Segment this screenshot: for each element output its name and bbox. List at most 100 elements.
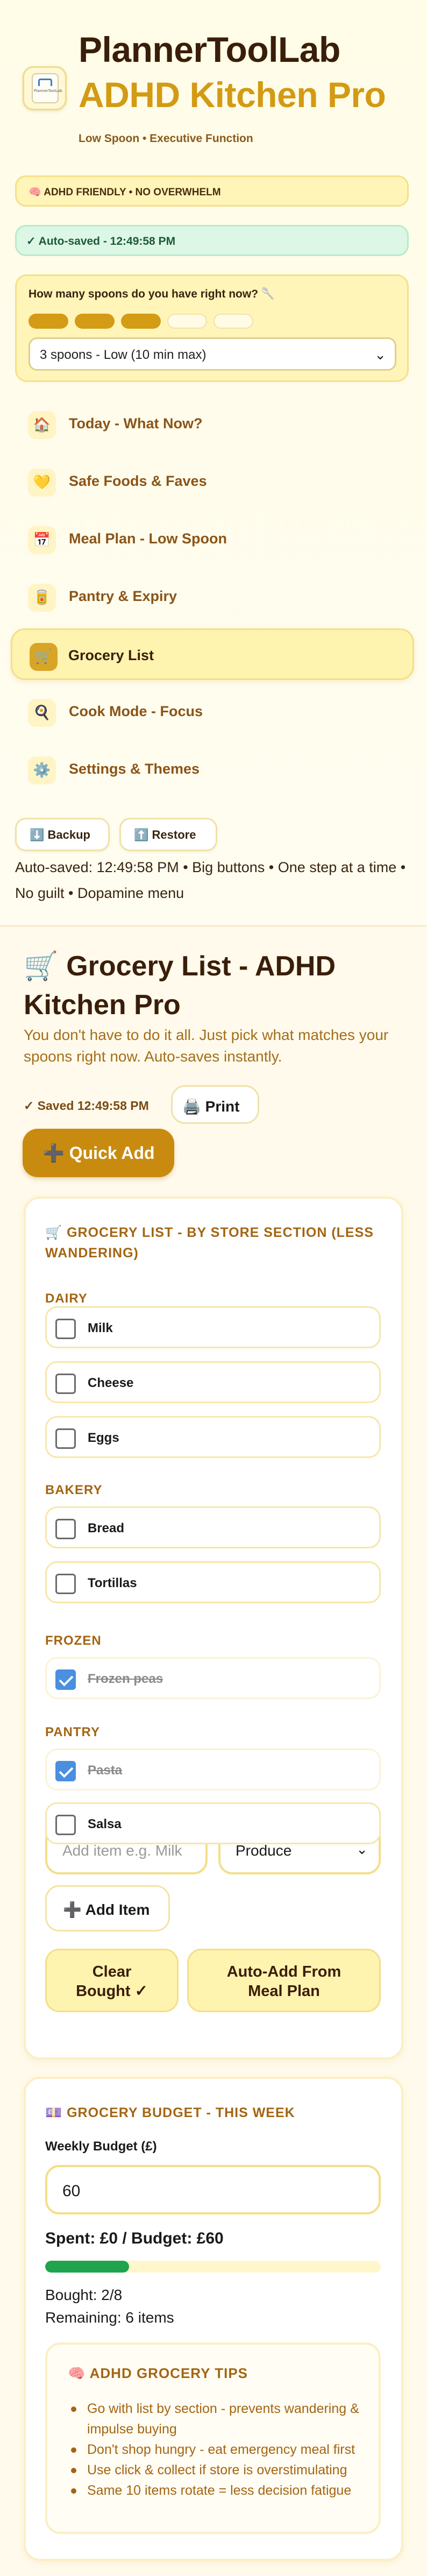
spent-summary: Spent: £0 / Budget: £60 — [45, 2230, 224, 2247]
adhd-friendly-badge: 🧠 ADHD FRIENDLY • NO OVERWHELM — [15, 175, 409, 207]
nav-item-label: Cook Mode - Focus — [69, 703, 203, 719]
grocery-item-label: Tortillas — [88, 1576, 137, 1590]
restore-button[interactable]: ⬆️ Restore — [119, 818, 217, 851]
grocery-item[interactable]: Bread — [45, 1506, 381, 1548]
tip-item: Use click & collect if store is overstim… — [71, 2460, 367, 2480]
grocery-item[interactable]: Pasta — [45, 1749, 381, 1791]
tips-heading: 🧠 ADHD GROCERY TIPS — [68, 2365, 248, 2381]
budget-heading: 💷 GROCERY BUDGET - THIS WEEK — [45, 2105, 295, 2120]
spoon-level-2[interactable] — [75, 314, 115, 329]
section-heading-frozen: FROZEN — [45, 1633, 102, 1648]
cooking-icon: 🍳 — [28, 699, 56, 727]
spoon-select-value: 3 spoons - Low (10 min max) — [40, 348, 207, 362]
status-line: Auto-saved: 12:49:58 PM • Big buttons • … — [15, 859, 406, 901]
nav-item-settings-themes[interactable]: ⚙️ Settings & Themes — [11, 744, 414, 795]
tip-item: Don't shop hungry - eat emergency meal f… — [71, 2439, 367, 2460]
checkbox[interactable] — [55, 1319, 76, 1339]
nav-item-label: Safe Foods & Faves — [69, 473, 207, 489]
app-logo: PlannerToolLab — [23, 66, 67, 110]
checkbox[interactable] — [55, 1574, 76, 1594]
grocery-item-label: Cheese — [88, 1376, 134, 1390]
spoon-level-1[interactable] — [29, 314, 68, 329]
page: PlannerToolLab PlannerToolLab ADHD Kitch… — [0, 0, 427, 2576]
grocery-item-label: Milk — [88, 1321, 113, 1335]
grocery-list-heading: 🛒 GROCERY LIST - BY STORE SECTION (LESS … — [45, 1225, 374, 1261]
section-heading-dairy: DAIRY — [45, 1291, 88, 1306]
nav-item-meal-plan-low-spoon[interactable]: 📅 Meal Plan - Low Spoon — [11, 513, 414, 565]
weekly-budget-label: Weekly Budget (£) — [45, 2139, 157, 2154]
checkbox[interactable] — [55, 1815, 76, 1835]
chevron-down-icon: ⌄ — [374, 346, 386, 363]
nav-item-label: Meal Plan - Low Spoon — [69, 530, 227, 547]
brand-header: PlannerToolLab PlannerToolLab ADHD Kitch… — [20, 27, 418, 156]
saved-indicator: ✓ Saved 12:49:58 PM — [24, 1099, 149, 1113]
nav-item-label: Pantry & Expiry — [69, 588, 177, 604]
clear-bought-button[interactable]: Clear Bought ✓ — [45, 1949, 179, 2012]
grocery-item-label: Bread — [88, 1521, 125, 1535]
canned-food-icon: 🥫 — [28, 584, 56, 612]
spoon-picker: How many spoons do you have right now? 🥄… — [15, 274, 409, 382]
section-heading-pantry: PANTRY — [45, 1725, 100, 1739]
calendar-icon: 📅 — [28, 526, 56, 554]
grocery-item-label: Salsa — [88, 1817, 122, 1831]
section-divider — [0, 925, 427, 926]
shopping-cart-icon: 🛒 — [30, 643, 58, 671]
tip-item: Same 10 items rotate = less decision fat… — [71, 2480, 367, 2501]
page-title: 🛒 Grocery List - ADHD Kitchen Pro — [24, 951, 336, 1021]
nav-item-label: Grocery List — [68, 647, 154, 663]
grocery-item-label: Pasta — [88, 1763, 123, 1778]
nav-item-label: Today - What Now? — [69, 415, 203, 431]
grocery-item[interactable]: Salsa — [45, 1802, 381, 1844]
house-icon: 🏠 — [28, 411, 56, 439]
auto-add-label: Auto-Add From Meal Plan — [226, 1963, 341, 2000]
brand-tagline: Low Spoon • Executive Function — [79, 132, 253, 145]
checked-checkbox[interactable] — [55, 1669, 76, 1690]
add-item-button[interactable]: ➕ Add Item — [45, 1885, 170, 1931]
spoon-level-5[interactable] — [213, 314, 253, 329]
tips-panel: 🧠 ADHD GROCERY TIPS Go with list by sect… — [45, 2343, 381, 2534]
grocery-item[interactable]: Cheese — [45, 1361, 381, 1403]
checkbox[interactable] — [55, 1374, 76, 1394]
nav-item-pantry-expiry[interactable]: 🥫 Pantry & Expiry — [11, 571, 414, 622]
clear-bought-label: Clear Bought ✓ — [76, 1963, 148, 2000]
checkbox[interactable] — [55, 1428, 76, 1449]
logo-icon: PlannerToolLab — [32, 73, 62, 103]
backup-button[interactable]: ⬇️ Backup — [15, 818, 110, 851]
page-subtitle: You don't have to do it all. Just pick w… — [24, 1027, 389, 1065]
nav-item-cook-mode-focus[interactable]: 🍳 Cook Mode - Focus — [11, 686, 414, 738]
grocery-item[interactable]: Tortillas — [45, 1561, 381, 1603]
tip-item: Go with list by section - prevents wande… — [71, 2398, 367, 2439]
quick-add-button[interactable]: ➕ Quick Add — [23, 1129, 174, 1177]
spoon-select[interactable]: 3 spoons - Low (10 min max) ⌄ — [29, 337, 396, 371]
weekly-budget-input[interactable]: 60 — [45, 2165, 381, 2214]
grocery-item-label: Eggs — [88, 1431, 119, 1445]
spoon-question: How many spoons do you have right now? 🥄 — [29, 288, 276, 300]
print-button[interactable]: 🖨️ Print — [171, 1085, 259, 1124]
grocery-item[interactable]: Milk — [45, 1306, 381, 1348]
yellow-heart-icon: 💛 — [28, 469, 56, 497]
grocery-item-label: Frozen peas — [88, 1672, 163, 1686]
spoon-level-4[interactable] — [167, 314, 207, 329]
tips-list: Go with list by section - prevents wande… — [71, 2398, 367, 2501]
auto-add-meal-plan-button[interactable]: Auto-Add From Meal Plan — [187, 1949, 381, 2012]
grocery-item[interactable]: Eggs — [45, 1416, 381, 1458]
autosave-badge: ✓ Auto-saved - 12:49:58 PM — [15, 225, 409, 256]
nav-item-today-what-now[interactable]: 🏠 Today - What Now? — [11, 398, 414, 450]
logo-text: PlannerToolLab — [34, 89, 62, 93]
nav-item-safe-foods-faves[interactable]: 💛 Safe Foods & Faves — [11, 456, 414, 507]
section-heading-bakery: BAKERY — [45, 1483, 103, 1497]
spoon-level-3[interactable] — [121, 314, 161, 329]
checkbox[interactable] — [55, 1519, 76, 1539]
sidebar: PlannerToolLab PlannerToolLab ADHD Kitch… — [0, 0, 427, 925]
brand-subtitle: ADHD Kitchen Pro — [79, 75, 386, 115]
gear-icon: ⚙️ — [28, 756, 56, 784]
nav-item-label: Settings & Themes — [69, 761, 200, 777]
checked-checkbox[interactable] — [55, 1761, 76, 1781]
grocery-budget-card: 💷 GROCERY BUDGET - THIS WEEK Weekly Budg… — [24, 2077, 403, 2561]
nav-item-grocery-list[interactable]: 🛒 Grocery List — [11, 628, 414, 680]
logo-roof-icon — [38, 79, 52, 86]
remaining-count: Remaining: 6 items — [45, 2309, 174, 2326]
grocery-item[interactable]: Frozen peas — [45, 1657, 381, 1699]
grocery-list-card: 🛒 GROCERY LIST - BY STORE SECTION (LESS … — [24, 1197, 403, 2060]
budget-progress-bar — [45, 2261, 381, 2273]
